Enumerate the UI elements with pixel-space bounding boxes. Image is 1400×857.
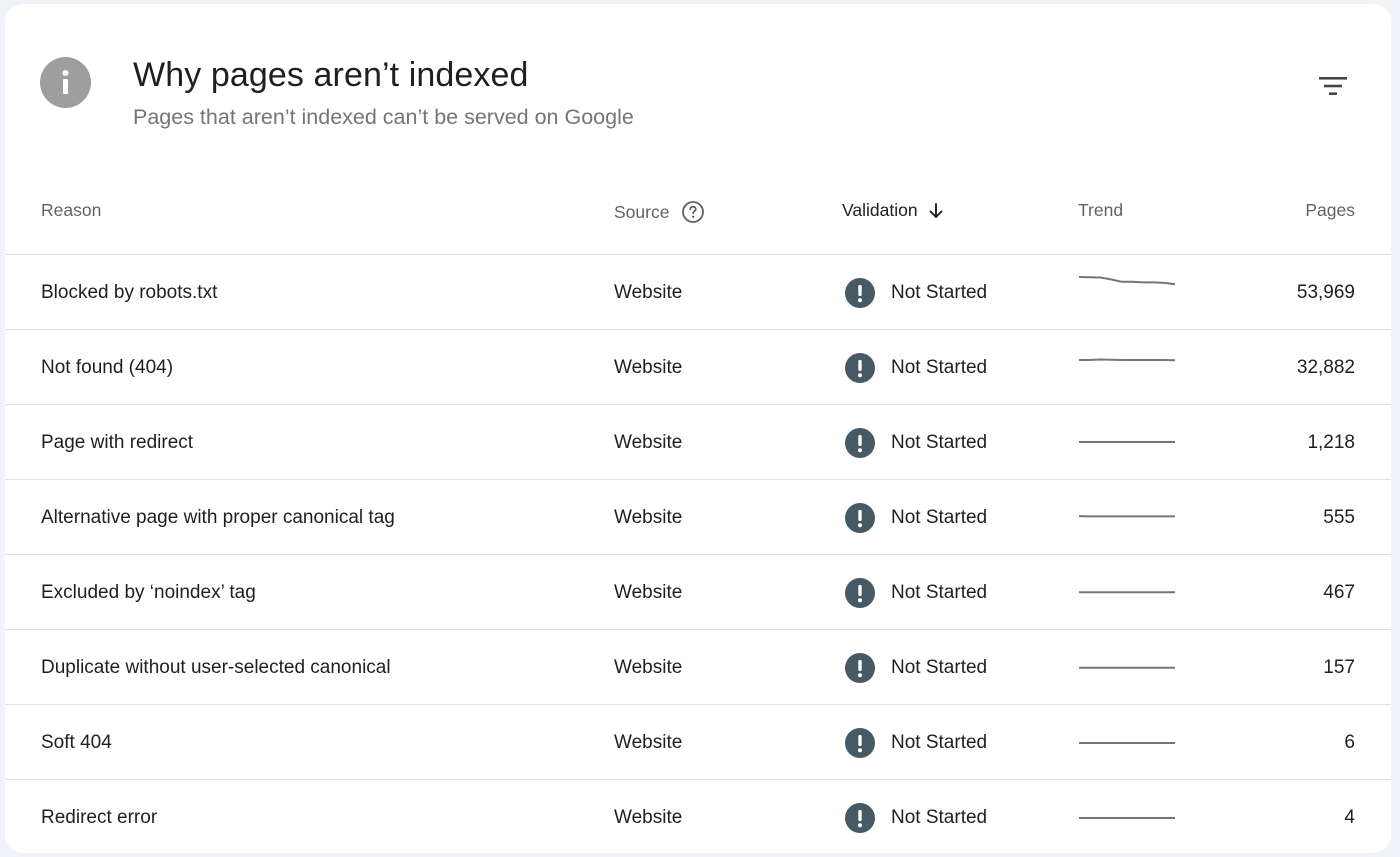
trend-sparkline	[1078, 515, 1175, 518]
table-row[interactable]: Excluded by ‘noindex’ tag Website Not Star…	[5, 554, 1391, 629]
exclamation-circle-icon	[845, 277, 875, 308]
exclamation-circle-icon	[845, 427, 875, 458]
table-row[interactable]: Blocked by robots.txt Website Not Started 5…	[5, 254, 1391, 329]
validation-status-label: Not Started	[891, 506, 988, 528]
column-header-trend: Trend	[1078, 200, 1123, 221]
table-row[interactable]: Alternative page with proper canonical t…	[5, 479, 1391, 554]
row-reason: Blocked by robots.txt	[41, 281, 218, 303]
column-header-source-label: Source	[614, 201, 670, 222]
column-header-source[interactable]: Source	[614, 200, 705, 224]
validation-status-label: Not Started	[891, 806, 988, 828]
row-pages-count: 53,969	[1296, 281, 1355, 303]
row-pages-count: 157	[1323, 656, 1355, 678]
row-trend	[1078, 780, 1176, 853]
exclamation-circle-icon	[845, 802, 875, 833]
filter-button[interactable]	[1311, 66, 1355, 110]
row-validation: Not Started	[845, 705, 987, 780]
row-validation: Not Started	[845, 480, 987, 555]
help-circle-icon[interactable]	[681, 200, 705, 224]
page-subtitle: Pages that aren’t indexed can’t be serve…	[133, 105, 634, 129]
column-header-validation[interactable]: Validation	[842, 200, 946, 221]
exclamation-circle-icon	[845, 502, 875, 533]
row-trend	[1078, 255, 1176, 330]
validation-status-label: Not Started	[891, 731, 988, 753]
trend-sparkline	[1079, 742, 1175, 744]
row-source: Website	[614, 281, 683, 303]
row-pages-count: 1,218	[1307, 431, 1355, 453]
row-pages-count: 6	[1344, 731, 1355, 753]
trend-sparkline	[1079, 817, 1175, 819]
row-pages-count: 4	[1344, 806, 1355, 828]
table-row[interactable]: Redirect error Website Not Started 4	[5, 779, 1391, 853]
column-header-pages[interactable]: Pages	[1305, 200, 1355, 221]
row-trend	[1078, 330, 1176, 405]
row-reason: Alternative page with proper canonical t…	[41, 506, 395, 528]
table-row[interactable]: Page with redirect Website Not Started 1,21…	[5, 404, 1391, 479]
row-reason: Soft 404	[41, 731, 112, 753]
trend-sparkline	[1079, 441, 1175, 443]
trend-sparkline	[1079, 666, 1175, 669]
row-source: Website	[614, 656, 683, 678]
row-trend	[1078, 705, 1176, 780]
row-source: Website	[614, 506, 683, 528]
row-source: Website	[614, 806, 683, 828]
validation-status-label: Not Started	[891, 581, 988, 603]
column-header-reason[interactable]: Reason	[41, 200, 101, 221]
row-validation: Not Started	[845, 555, 987, 630]
filter-icon	[1318, 74, 1348, 103]
trend-line	[1079, 358, 1176, 362]
row-source: Website	[614, 356, 683, 378]
row-trend	[1078, 405, 1176, 480]
info-icon	[40, 57, 91, 108]
row-pages-count: 467	[1323, 581, 1355, 603]
trend-sparkline	[1079, 358, 1176, 362]
row-reason: Not found (404)	[41, 356, 174, 378]
reasons-table-body: Blocked by robots.txt Website Not Started 5…	[5, 254, 1391, 853]
arrow-down-icon	[926, 201, 946, 221]
row-pages-count: 555	[1323, 506, 1355, 528]
row-validation: Not Started	[845, 630, 987, 705]
trend-sparkline	[1078, 276, 1176, 286]
row-trend	[1078, 630, 1176, 705]
trend-line	[1078, 276, 1176, 286]
row-reason: Excluded by ‘noindex’ tag	[41, 581, 256, 603]
table-row[interactable]: Duplicate without user-selected canonica…	[5, 629, 1391, 704]
table-row[interactable]: Soft 404 Website Not Started 6	[5, 704, 1391, 779]
row-validation: Not Started	[845, 780, 987, 853]
exclamation-circle-icon	[845, 727, 875, 758]
index-reasons-card: Why pages aren’t indexed Pages that aren…	[5, 4, 1391, 853]
row-trend	[1078, 480, 1176, 555]
column-header-validation-label: Validation	[842, 200, 918, 220]
row-trend	[1078, 555, 1176, 630]
exclamation-circle-icon	[845, 577, 875, 608]
page-title: Why pages aren’t indexed	[133, 56, 529, 94]
row-reason: Duplicate without user-selected canonica…	[41, 656, 391, 678]
row-pages-count: 32,882	[1296, 356, 1355, 378]
validation-status-label: Not Started	[891, 356, 988, 378]
row-reason: Page with redirect	[41, 431, 194, 453]
column-header-trend-label: Trend	[1078, 200, 1124, 220]
row-validation: Not Started	[845, 255, 987, 330]
row-validation: Not Started	[845, 405, 987, 480]
row-source: Website	[614, 431, 683, 453]
validation-status-label: Not Started	[891, 281, 988, 303]
validation-status-label: Not Started	[891, 656, 988, 678]
validation-status-label: Not Started	[891, 431, 988, 453]
table-row[interactable]: Not found (404) Website Not Started 32,882	[5, 329, 1391, 404]
row-source: Website	[614, 581, 683, 603]
row-reason: Redirect error	[41, 806, 158, 828]
column-header-reason-label: Reason	[41, 200, 102, 220]
card-header: Why pages aren’t indexed Pages that aren…	[5, 4, 1391, 174]
row-source: Website	[614, 731, 683, 753]
exclamation-circle-icon	[845, 652, 875, 683]
exclamation-circle-icon	[845, 352, 875, 383]
trend-sparkline	[1079, 591, 1175, 594]
column-header-pages-label: Pages	[1305, 200, 1355, 220]
row-validation: Not Started	[845, 330, 987, 405]
